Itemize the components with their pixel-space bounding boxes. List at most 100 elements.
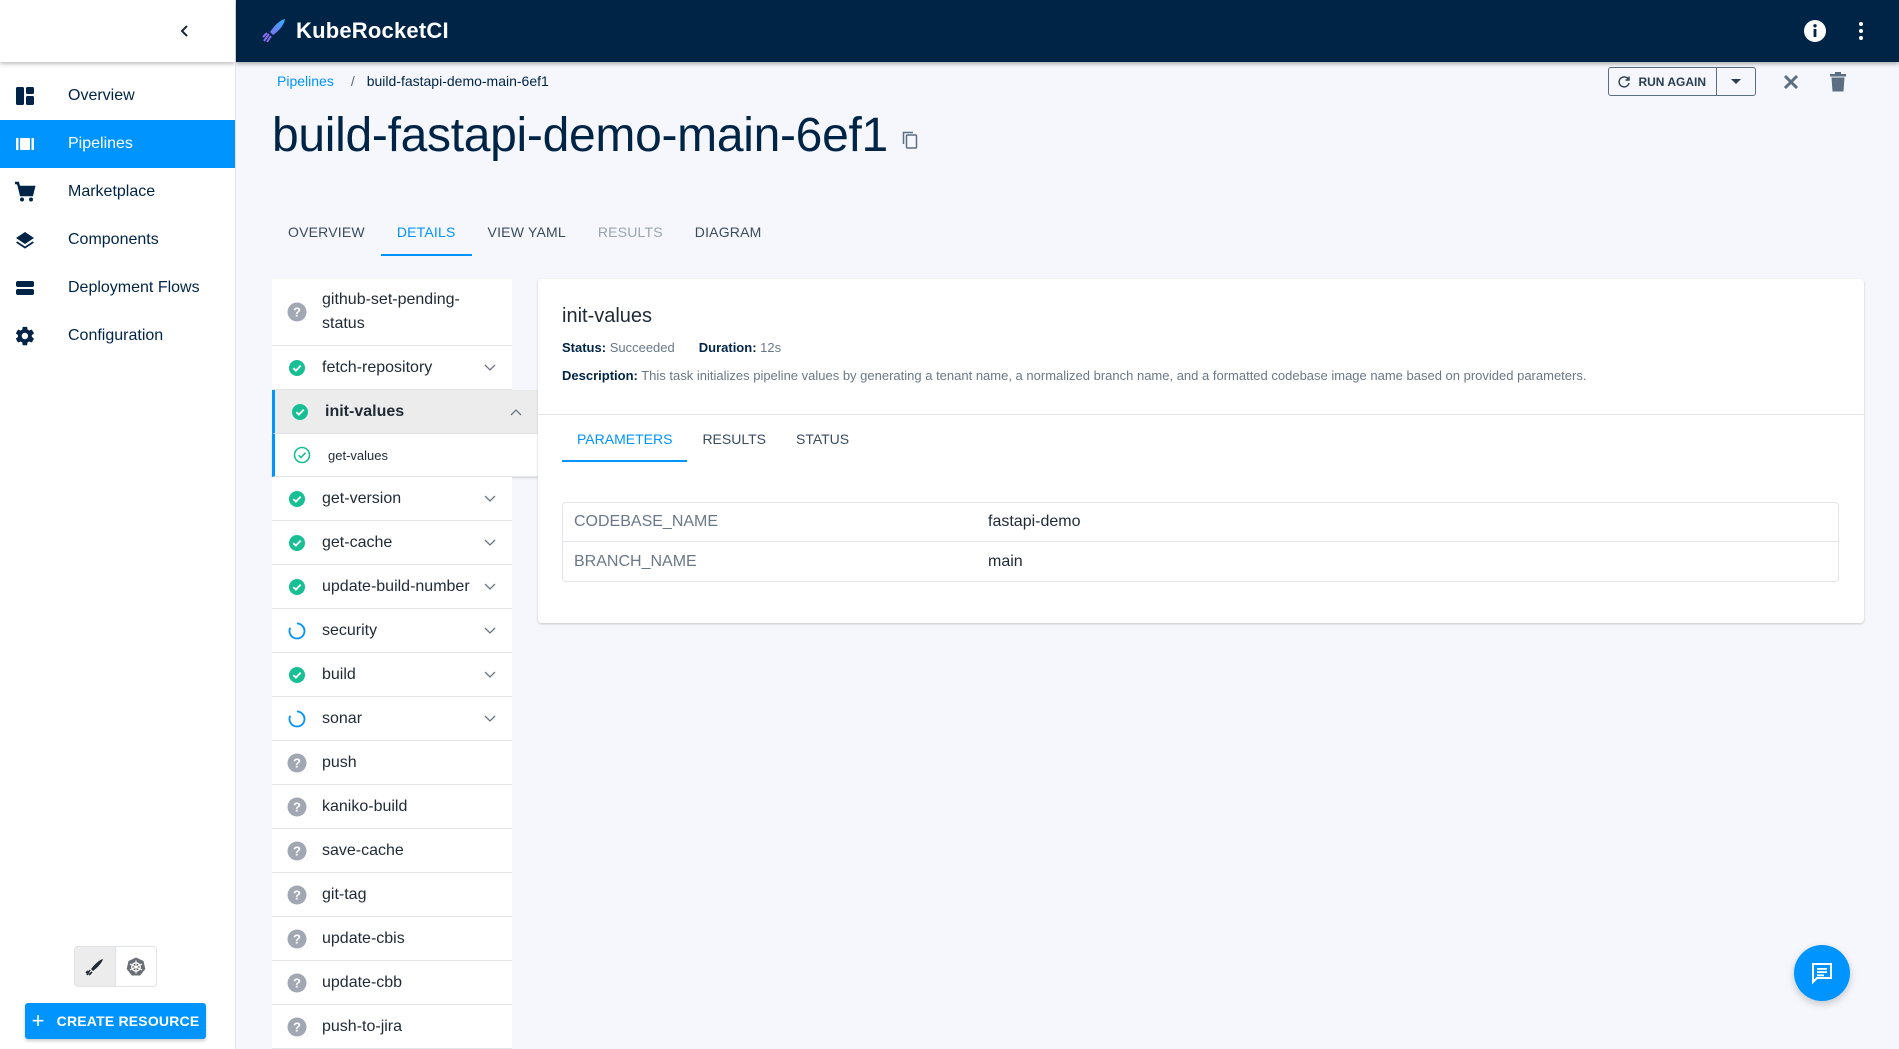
page-tabs: OVERVIEW DETAILS VIEW YAML RESULTS DIAGR…: [272, 210, 778, 256]
task-item[interactable]: ? update-cbis: [272, 917, 512, 961]
chat-icon: [1812, 963, 1832, 985]
chevron-down-icon[interactable]: [484, 539, 496, 547]
tab-overview[interactable]: OVERVIEW: [272, 210, 381, 254]
help-icon: ?: [287, 1017, 307, 1037]
info-button[interactable]: [1803, 19, 1827, 43]
sidebar-item-configuration[interactable]: Configuration: [0, 312, 235, 360]
delete-pipeline-button[interactable]: [1826, 70, 1850, 94]
sidebar-item-marketplace[interactable]: Marketplace: [0, 168, 235, 216]
task-detail-title: init-values: [562, 305, 653, 327]
copy-button[interactable]: [902, 131, 918, 149]
param-key: BRANCH_NAME: [574, 552, 697, 570]
detail-tab-results[interactable]: RESULTS: [687, 415, 781, 462]
task-item[interactable]: ? kaniko-build: [272, 785, 512, 829]
sidebar-item-label: Deployment Flows: [68, 279, 200, 296]
help-icon: ?: [287, 973, 307, 993]
gear-icon: [14, 325, 36, 347]
chevron-down-icon[interactable]: [484, 671, 496, 679]
refresh-icon: [1617, 75, 1631, 89]
run-again-dropdown[interactable]: [1717, 68, 1755, 95]
task-item[interactable]: sonar: [272, 697, 512, 741]
sidebar-item-components[interactable]: Components: [0, 216, 235, 264]
task-item[interactable]: ? update-cbb: [272, 961, 512, 1005]
breadcrumb-pipelines-link[interactable]: Pipelines: [277, 73, 334, 89]
svg-text:?: ?: [293, 931, 301, 946]
svg-text:?: ?: [293, 1019, 301, 1034]
tab-results[interactable]: RESULTS: [582, 210, 679, 254]
plus-icon: +: [31, 1008, 45, 1033]
breadcrumb: Pipelines / build-fastapi-demo-main-6ef1: [277, 73, 549, 89]
task-item[interactable]: update-build-number: [272, 565, 512, 609]
breadcrumb-separator: /: [350, 73, 355, 89]
task-name: fetch-repository: [322, 358, 433, 376]
tab-view-yaml[interactable]: VIEW YAML: [472, 210, 582, 254]
task-item[interactable]: ? github-set-pending-status: [272, 279, 512, 346]
spinner-icon: [287, 621, 307, 641]
help-icon: ?: [287, 841, 307, 861]
create-resource-button[interactable]: + CREATE RESOURCE: [25, 1003, 206, 1039]
breadcrumb-current: build-fastapi-demo-main-6ef1: [366, 73, 549, 89]
task-name: github-set-pending-status: [322, 291, 460, 332]
sidebar-item-deployment-flows[interactable]: Deployment Flows: [0, 264, 235, 312]
chevron-down-icon[interactable]: [484, 715, 496, 723]
task-detail-header: init-values Status: Succeeded Duration: …: [538, 279, 1864, 415]
trash-icon: [1830, 71, 1846, 91]
step-item[interactable]: get-values: [272, 434, 538, 477]
brand-name: KubeRocketCI: [296, 18, 449, 43]
task-item[interactable]: build: [272, 653, 512, 697]
chevron-down-icon[interactable]: [484, 583, 496, 591]
detail-tab-status[interactable]: STATUS: [781, 415, 864, 462]
kubernetes-theme-option[interactable]: [116, 947, 156, 986]
run-again-button[interactable]: RUN AGAIN: [1609, 68, 1717, 95]
task-item[interactable]: get-version: [272, 477, 512, 521]
more-options-button[interactable]: [1849, 19, 1873, 43]
detail-tab-parameters[interactable]: PARAMETERS: [562, 415, 688, 462]
task-name: get-version: [322, 489, 402, 507]
rocket-theme-option[interactable]: [75, 947, 116, 986]
task-name: kaniko-build: [322, 797, 408, 815]
sidebar-item-label: Overview: [68, 87, 135, 104]
task-item[interactable]: init-values: [272, 390, 538, 434]
cart-icon: [14, 181, 36, 203]
sidebar-item-label: Configuration: [68, 327, 164, 344]
info-icon: [1804, 20, 1826, 42]
page-title: build-fastapi-demo-main-6ef1: [272, 108, 918, 163]
check-circle-icon: [287, 665, 307, 685]
parameters-table: CODEBASE_NAME fastapi-demo BRANCH_NAME m…: [562, 502, 1839, 582]
cancel-pipeline-button[interactable]: [1779, 70, 1803, 94]
chevron-up-icon[interactable]: [510, 408, 522, 416]
tab-diagram[interactable]: DIAGRAM: [679, 210, 778, 254]
task-name: push-to-jira: [322, 1017, 403, 1035]
task-list: ? github-set-pending-status fetch-reposito…: [272, 279, 538, 1049]
chevron-down-icon[interactable]: [484, 495, 496, 503]
collapse-sidebar-button[interactable]: [173, 19, 197, 43]
task-item[interactable]: ? save-cache: [272, 829, 512, 873]
sidebar-item-overview[interactable]: Overview: [0, 72, 235, 120]
chat-button[interactable]: [1794, 945, 1850, 1001]
sidebar-nav: Overview Pipelines Marketplace Component…: [0, 72, 235, 360]
description-value: This task initializes pipeline values by…: [641, 368, 1587, 383]
check-circle-icon: [287, 489, 307, 509]
chevron-down-icon[interactable]: [484, 627, 496, 635]
sidebar-top: [0, 0, 235, 62]
param-value: main: [988, 552, 1023, 570]
help-icon: ?: [287, 753, 307, 773]
brand[interactable]: KubeRocketCI: [260, 17, 449, 45]
task-item[interactable]: ? push: [272, 741, 512, 785]
task-item[interactable]: get-cache: [272, 521, 512, 565]
sidebar: Overview Pipelines Marketplace Component…: [0, 0, 236, 1049]
task-item[interactable]: ? git-tag: [272, 873, 512, 917]
tab-details[interactable]: DETAILS: [380, 210, 472, 256]
chevron-down-icon[interactable]: [484, 364, 496, 372]
task-item[interactable]: security: [272, 609, 512, 653]
task-name: update-cbis: [322, 929, 405, 947]
svg-text:?: ?: [293, 975, 301, 990]
chevron-left-icon: [180, 25, 188, 37]
task-item[interactable]: ? push-to-jira: [272, 1005, 512, 1049]
sidebar-item-label: Pipelines: [68, 135, 133, 152]
task-name: sonar: [322, 709, 363, 727]
sidebar-item-pipelines[interactable]: Pipelines: [0, 120, 235, 168]
check-circle-icon: [287, 577, 307, 597]
task-item[interactable]: fetch-repository: [272, 346, 512, 390]
svg-text:?: ?: [293, 843, 301, 858]
